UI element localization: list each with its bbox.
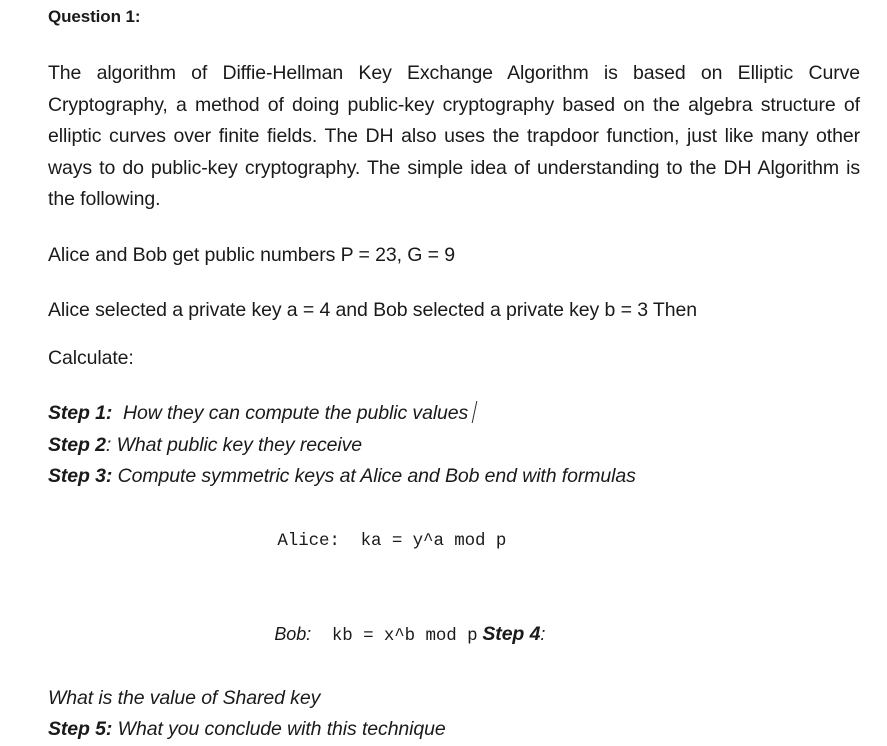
step-4-text-line: What is the value of Shared key xyxy=(48,683,860,715)
bob-formula-label: Bob: xyxy=(274,623,312,644)
step-3-line: Step 3: Compute symmetric keys at Alice … xyxy=(48,461,860,493)
step-2-line: Step 2: What public key they receive xyxy=(48,430,860,462)
step-4-text: What is the value of Shared key xyxy=(48,686,321,709)
question-heading: Question 1: xyxy=(48,7,141,26)
alice-formula-label: Alice: xyxy=(277,530,340,551)
step-5-line: Step 5: What you conclude with this tech… xyxy=(48,714,860,746)
text-caret-icon xyxy=(471,401,478,423)
public-numbers-line: Alice and Bob get public numbers P = 23,… xyxy=(48,243,455,266)
bob-formula-expression: kb = x^b mod p xyxy=(331,625,478,646)
step-5-label: Step 5: xyxy=(48,718,113,740)
step-3-text: Compute symmetric keys at Alice and Bob … xyxy=(117,465,636,487)
step-4-label: Step 4 xyxy=(482,622,541,645)
calculate-label: Calculate: xyxy=(48,346,134,369)
document-body: Question 1: The algorithm of Diffie-Hell… xyxy=(48,0,860,746)
intro-paragraph: The algorithm of Diffie-Hellman Key Exch… xyxy=(48,62,860,210)
step-1-text: How they can compute the public values xyxy=(122,402,469,424)
alice-formula-line: Alice: ka = y^a mod p xyxy=(48,493,860,588)
step-1-line: Step 1: How they can compute the public … xyxy=(48,398,860,430)
step-5-text: What you conclude with this technique xyxy=(117,718,446,740)
document-page: Question 1: The algorithm of Diffie-Hell… xyxy=(0,0,887,740)
step-1-label: Step 1: xyxy=(48,402,113,424)
private-keys-line: Alice selected a private key a = 4 and B… xyxy=(48,299,697,321)
step-3-label: Step 3: xyxy=(48,465,113,487)
bob-formula-line: Bob: kb = x^b mod p Step 4: xyxy=(48,588,860,683)
step-2-label: Step 2 xyxy=(48,433,106,456)
step-4-separator: : xyxy=(540,623,546,644)
alice-formula-expression: ka = y^a mod p xyxy=(360,530,507,551)
step-2-text: What public key they receive xyxy=(116,433,363,456)
